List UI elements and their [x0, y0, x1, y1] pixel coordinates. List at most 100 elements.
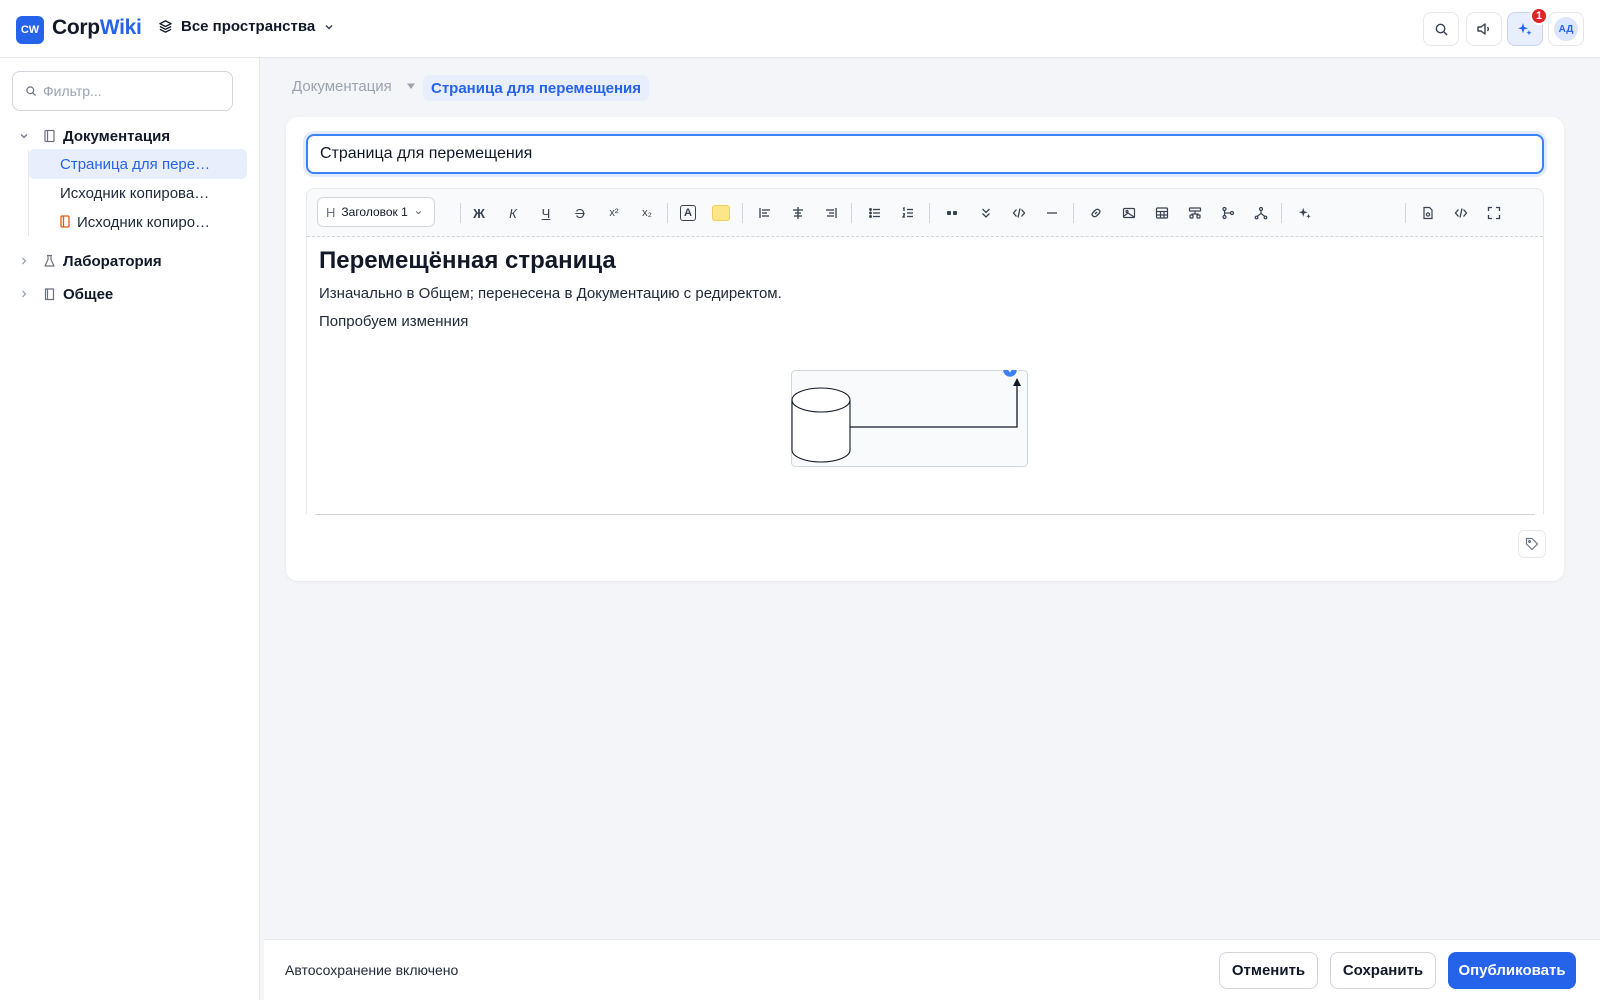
- announcements-button[interactable]: [1466, 12, 1502, 46]
- filter-input[interactable]: [43, 83, 223, 99]
- avatar: АД: [1554, 17, 1578, 41]
- logo-badge[interactable]: CW: [16, 16, 44, 44]
- tags-button[interactable]: [1518, 530, 1546, 558]
- save-button[interactable]: Сохранить: [1330, 952, 1436, 989]
- ordered-list-icon: [901, 206, 915, 220]
- heading-select[interactable]: H Заголовок 1: [317, 197, 435, 227]
- content-paragraph[interactable]: Изначально в Общем; перенесена в Докумен…: [319, 285, 782, 302]
- sidebar-page-copy-source[interactable]: Исходник копирования: [29, 178, 247, 208]
- sidebar: Документация Страница для перемещения Ис…: [0, 58, 260, 1000]
- megaphone-icon: [1476, 21, 1492, 37]
- publish-button[interactable]: Опубликовать: [1448, 952, 1576, 989]
- export-button[interactable]: [1415, 200, 1441, 226]
- code-icon: [1012, 206, 1026, 220]
- footer-bar: Автосохранение включено Отменить Сохрани…: [264, 939, 1600, 1000]
- quote-button[interactable]: [939, 200, 965, 226]
- sidebar-page-label: Исходник копирования: [60, 184, 214, 202]
- strikethrough-button[interactable]: Э: [567, 200, 593, 226]
- sidebar-space-label: Документация: [63, 127, 171, 145]
- fullscreen-button[interactable]: [1481, 200, 1507, 226]
- top-header: CW CorpWiki Все пространства 1 АД: [0, 0, 1600, 58]
- table-icon: [1155, 206, 1169, 220]
- code-icon: [1454, 206, 1468, 220]
- breadcrumb-current[interactable]: Страница для перемещения: [423, 75, 650, 101]
- document-icon: [43, 129, 57, 143]
- link-icon: [1089, 206, 1103, 220]
- spaces-switcher-label: Все пространства: [181, 18, 316, 35]
- ai-assistant-button[interactable]: 1: [1507, 7, 1548, 46]
- editor-bottom-border: [315, 514, 1535, 515]
- sparkles-icon: [1298, 206, 1312, 220]
- code-button[interactable]: [1006, 200, 1032, 226]
- content-heading[interactable]: Перемещённая страница: [319, 247, 616, 275]
- git-graph-button[interactable]: [1215, 200, 1241, 226]
- sparkles-icon: [1517, 21, 1533, 37]
- tag-icon: [1525, 537, 1539, 551]
- embedded-diagram[interactable]: [791, 370, 1036, 474]
- image-button[interactable]: [1116, 200, 1142, 226]
- sidebar-page-move[interactable]: Страница для перемещения: [29, 149, 247, 179]
- ordered-list-button[interactable]: [895, 200, 921, 226]
- image-icon: [1122, 206, 1136, 220]
- sidebar-page-copy-source-2[interactable]: Исходник копирования: [29, 207, 247, 237]
- flask-icon: [43, 254, 57, 268]
- link-button[interactable]: [1083, 200, 1109, 226]
- chevron-down-icon: [323, 21, 335, 33]
- table-button[interactable]: [1149, 200, 1175, 226]
- collapse-button[interactable]: [973, 200, 999, 226]
- sidebar-space-general[interactable]: Общее: [0, 282, 250, 306]
- bold-button[interactable]: Ж: [466, 200, 492, 226]
- ai-button[interactable]: [1292, 200, 1318, 226]
- fork-icon: [1254, 206, 1268, 220]
- horizontal-rule-button[interactable]: [1039, 200, 1065, 226]
- cancel-button[interactable]: Отменить: [1219, 952, 1318, 989]
- heading-select-value: Заголовок 1: [341, 205, 408, 219]
- align-center-icon: [791, 206, 805, 220]
- editor-toolbar: H Заголовок 1 Ж К Ч Э x² x₂ A: [307, 189, 1543, 237]
- highlight-color-button[interactable]: [708, 200, 734, 226]
- logo-text[interactable]: CorpWiki: [52, 16, 142, 40]
- page-title-input[interactable]: [306, 134, 1544, 174]
- toolbar-divider: [851, 203, 852, 223]
- database-top: [791, 387, 851, 413]
- align-center-button[interactable]: [785, 200, 811, 226]
- bullet-list-button[interactable]: [862, 200, 888, 226]
- sidebar-space-documentation[interactable]: Документация: [0, 124, 250, 148]
- toolbar-divider: [460, 203, 461, 223]
- superscript-button[interactable]: x²: [601, 200, 627, 226]
- text-color-button[interactable]: A: [675, 200, 701, 226]
- chevron-down-icon: [414, 208, 423, 217]
- align-left-button[interactable]: [752, 200, 778, 226]
- subscript-button[interactable]: x₂: [634, 200, 660, 226]
- mindmap-button[interactable]: [1248, 200, 1274, 226]
- sidebar-space-lab[interactable]: Лаборатория: [0, 249, 250, 273]
- toolbar-divider: [1281, 203, 1282, 223]
- toolbar-divider: [742, 203, 743, 223]
- chevron-right-icon[interactable]: [18, 255, 30, 267]
- logo-text-part2: Wiki: [99, 16, 142, 39]
- hierarchy-icon: [1188, 206, 1202, 220]
- text-color-icon: A: [680, 205, 696, 221]
- user-menu-button[interactable]: АД: [1548, 12, 1584, 46]
- spaces-switcher[interactable]: Все пространства: [158, 18, 335, 35]
- editor-card: H Заголовок 1 Ж К Ч Э x² x₂ A: [286, 117, 1564, 581]
- file-icon: [1421, 206, 1435, 220]
- toolbar-divider: [667, 203, 668, 223]
- underline-button[interactable]: Ч: [533, 200, 559, 226]
- rich-text-editor[interactable]: H Заголовок 1 Ж К Ч Э x² x₂ A Перемещённ…: [306, 188, 1544, 514]
- breadcrumb-root[interactable]: Документация: [292, 78, 392, 95]
- italic-button[interactable]: К: [500, 200, 526, 226]
- align-right-button[interactable]: [818, 200, 844, 226]
- git-branch-icon: [1221, 206, 1235, 220]
- copy-icon: [60, 215, 70, 228]
- content-paragraph[interactable]: Попробуем изменния: [319, 313, 468, 330]
- caret-down-icon[interactable]: [406, 81, 416, 91]
- diagram-button[interactable]: [1182, 200, 1208, 226]
- toolbar-divider: [1405, 203, 1406, 223]
- chevron-right-icon[interactable]: [18, 288, 30, 300]
- search-button[interactable]: [1423, 12, 1459, 46]
- chevron-down-icon[interactable]: [18, 130, 30, 142]
- sidebar-filter[interactable]: [12, 71, 233, 111]
- quote-icon: [945, 206, 959, 220]
- source-view-button[interactable]: [1448, 200, 1474, 226]
